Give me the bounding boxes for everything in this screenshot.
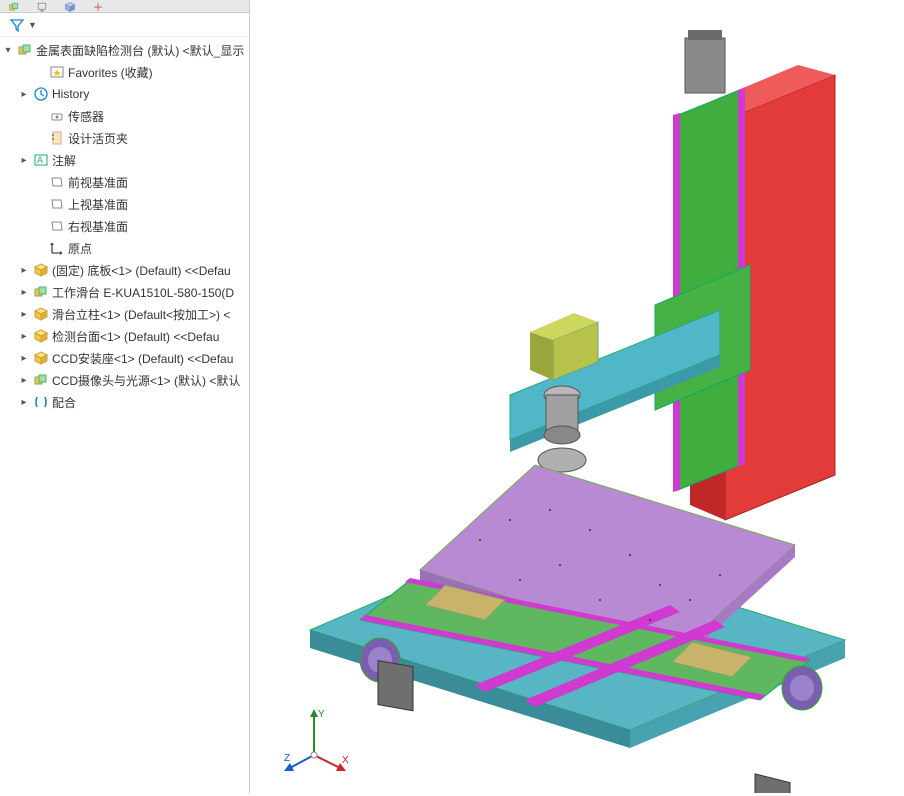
tree-comp-ccdcam[interactable]: ▸ CCD摄像头与光源<1> (默认) <默认: [0, 369, 249, 391]
triad-x-label: X: [342, 755, 349, 766]
tab-arrows-icon[interactable]: [84, 0, 112, 13]
svg-text:A: A: [37, 155, 43, 165]
tree-label: 滑台立柱<1> (Default<按加工>) <: [52, 306, 230, 323]
tree-label: 工作滑台 E-KUA1510L-580-150(D: [52, 284, 234, 301]
tree-annotations[interactable]: ▸ A 注解: [0, 149, 249, 171]
tree-root-assembly[interactable]: ▾ 金属表面缺陷检测台 (默认) <默认_显示: [0, 39, 249, 61]
sensor-icon: [49, 108, 65, 124]
tree-comp-ccdmount[interactable]: ▸ CCD安装座<1> (Default) <<Defau: [0, 347, 249, 369]
part-icon: [33, 262, 49, 278]
view-triad[interactable]: Y X Z: [284, 707, 354, 777]
expand-icon[interactable]: ▸: [18, 397, 30, 408]
tree-front-plane[interactable]: 前视基准面: [0, 171, 249, 193]
history-icon: [33, 86, 49, 102]
origin-icon: [49, 240, 65, 256]
assembly-icon: [17, 42, 33, 58]
expand-icon[interactable]: ▸: [18, 287, 30, 298]
tree-label: History: [52, 87, 89, 101]
tree-favorites[interactable]: Favorites (收藏): [0, 61, 249, 83]
triad-z-label: Z: [284, 753, 290, 764]
tree-origin[interactable]: 原点: [0, 237, 249, 259]
tree-label: 配合: [52, 394, 76, 411]
expand-icon[interactable]: ▸: [18, 353, 30, 364]
part-icon: [33, 328, 49, 344]
expand-icon[interactable]: ▸: [18, 331, 30, 342]
plane-icon: [49, 218, 65, 234]
graphics-viewport[interactable]: Y X Z: [250, 0, 904, 793]
binder-icon: [49, 130, 65, 146]
tree-comp-table[interactable]: ▸ 检测台面<1> (Default) <<Defau: [0, 325, 249, 347]
plane-icon: [49, 196, 65, 212]
plane-icon: [49, 174, 65, 190]
tree-label: 前视基准面: [68, 174, 128, 191]
tree-history[interactable]: ▸ History: [0, 83, 249, 105]
tree-comp-column[interactable]: ▸ 滑台立柱<1> (Default<按加工>) <: [0, 303, 249, 325]
filter-icon: [9, 17, 25, 33]
tab-cube-icon[interactable]: [56, 0, 84, 13]
tree-label: 上视基准面: [68, 196, 128, 213]
expand-icon[interactable]: ▸: [18, 155, 30, 166]
tree-tab-strip[interactable]: [0, 0, 249, 13]
tree-comp-slide[interactable]: ▸ 工作滑台 E-KUA1510L-580-150(D: [0, 281, 249, 303]
filter-row[interactable]: ▼: [0, 13, 249, 37]
expand-icon[interactable]: ▸: [18, 309, 30, 320]
tree-comp-base[interactable]: ▸ (固定) 底板<1> (Default) <<Defau: [0, 259, 249, 281]
feature-tree-panel: ▼ ▾ 金属表面缺陷检测台 (默认) <默认_显示 Favorites (收藏)…: [0, 0, 250, 793]
feature-tree[interactable]: ▾ 金属表面缺陷检测台 (默认) <默认_显示 Favorites (收藏) ▸…: [0, 37, 249, 415]
model-render: [250, 0, 904, 793]
tree-label: CCD摄像头与光源<1> (默认) <默认: [52, 372, 240, 389]
tree-right-plane[interactable]: 右视基准面: [0, 215, 249, 237]
tree-sensor[interactable]: 传感器: [0, 105, 249, 127]
tree-label: 原点: [68, 240, 92, 257]
tree-label: 传感器: [68, 108, 104, 125]
triad-y-label: Y: [318, 709, 325, 720]
tree-label: 右视基准面: [68, 218, 128, 235]
tab-display-icon[interactable]: [28, 0, 56, 13]
tab-assembly-icon[interactable]: [0, 0, 28, 13]
expand-icon[interactable]: ▸: [18, 89, 30, 100]
mates-icon: [33, 394, 49, 410]
tree-label: 注解: [52, 152, 76, 169]
tree-label: 设计活页夹: [68, 130, 128, 147]
subassembly-icon: [33, 284, 49, 300]
tree-label: Favorites (收藏): [68, 64, 153, 81]
dropdown-icon: ▼: [28, 20, 37, 30]
tree-design-folder[interactable]: 设计活页夹: [0, 127, 249, 149]
part-icon: [33, 306, 49, 322]
favorites-icon: [49, 64, 65, 80]
subassembly-icon: [33, 372, 49, 388]
tree-top-plane[interactable]: 上视基准面: [0, 193, 249, 215]
part-icon: [33, 350, 49, 366]
expand-icon[interactable]: ▸: [18, 265, 30, 276]
annotation-icon: A: [33, 152, 49, 168]
tree-label: CCD安装座<1> (Default) <<Defau: [52, 350, 233, 367]
tree-label: 金属表面缺陷检测台 (默认) <默认_显示: [36, 42, 244, 59]
tree-label: (固定) 底板<1> (Default) <<Defau: [52, 262, 231, 279]
expand-icon[interactable]: ▾: [2, 45, 14, 56]
tree-mates[interactable]: ▸ 配合: [0, 391, 249, 413]
tree-label: 检测台面<1> (Default) <<Defau: [52, 328, 219, 345]
expand-icon[interactable]: ▸: [18, 375, 30, 386]
